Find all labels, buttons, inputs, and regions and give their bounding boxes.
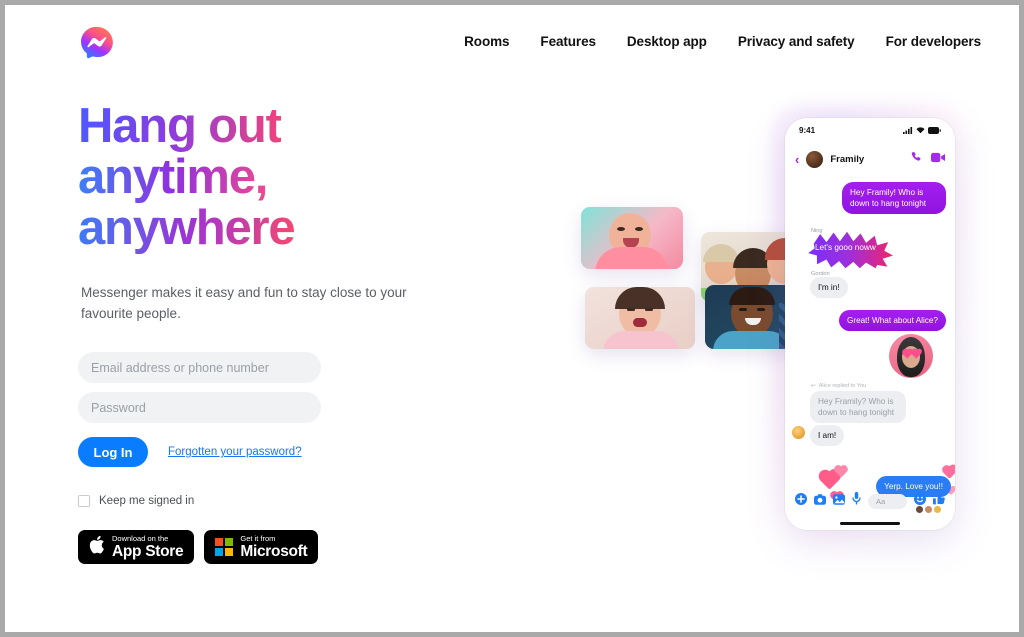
signal-icon: [903, 121, 913, 139]
login-form: Log In Forgotten your password? Keep me …: [78, 352, 508, 507]
hero-left-column: Hang out anytime, anywhere Messenger mak…: [78, 101, 508, 564]
microsoft-icon: [215, 538, 234, 556]
page-title: Hang out anytime, anywhere: [78, 101, 508, 254]
battery-icon: [928, 121, 941, 139]
app-store-badge-small: Download on the: [112, 533, 169, 543]
app-store-badge[interactable]: Download on the App Store: [78, 530, 195, 564]
video-call-icon[interactable]: [931, 150, 945, 168]
login-actions: Log In Forgotten your password?: [78, 437, 508, 467]
microsoft-badge-small: Get it from: [240, 533, 276, 543]
forgot-password-link[interactable]: Forgotten your password?: [168, 446, 302, 458]
message-input-placeholder: Aa: [876, 496, 886, 506]
headline-line-2: anytime,: [78, 150, 268, 204]
headline-line-1: Hang out: [78, 99, 282, 153]
hero-subtitle: Messenger makes it easy and fun to stay …: [81, 285, 407, 321]
photo-message: [889, 334, 933, 378]
gallery-icon[interactable]: [833, 492, 845, 510]
site-header: Rooms Features Desktop app Privacy and s…: [5, 5, 1019, 83]
reply-meta-text: Alice replied to You: [818, 383, 867, 389]
video-tile-person-2: [585, 287, 695, 349]
phone-status-bar: 9:41: [785, 118, 955, 142]
phone-mockup: 9:41 ‹ Framily Hey Framily! Who is down …: [785, 118, 955, 530]
keep-signed-in-checkbox[interactable]: [78, 495, 90, 507]
home-indicator: [840, 522, 900, 525]
back-chevron-icon[interactable]: ‹: [795, 153, 799, 166]
chat-header: ‹ Framily: [785, 142, 955, 176]
avatar[interactable]: [792, 426, 805, 439]
message-thread: Hey Framily! Who is down to hang tonight…: [785, 176, 955, 513]
nav-item-features[interactable]: Features: [540, 34, 596, 49]
status-time: 9:41: [799, 125, 816, 135]
hero-illustration: 9:41 ‹ Framily Hey Framily! Who is down …: [525, 85, 1019, 585]
message-bubble: Great! What about Alice?: [838, 310, 946, 331]
email-field[interactable]: [78, 352, 321, 383]
quoted-message: Hey Framily? Who is down to hang tonight: [810, 391, 906, 423]
app-store-badge-title: App Store: [112, 543, 184, 560]
reply-arrow-icon: ↩: [811, 383, 816, 389]
message-bubble: I'm in!: [810, 277, 848, 298]
nav-item-privacy-and-safety[interactable]: Privacy and safety: [738, 34, 855, 49]
camera-icon[interactable]: [814, 492, 826, 510]
message-bubble: I am!: [810, 425, 845, 446]
keep-signed-in-label: Keep me signed in: [99, 495, 195, 507]
plus-icon[interactable]: [795, 492, 807, 510]
main-navigation: Rooms Features Desktop app Privacy and s…: [464, 34, 981, 49]
burst-message-text: Let's gooo noww: [815, 243, 876, 252]
nav-item-for-developers[interactable]: For developers: [886, 34, 981, 49]
wifi-icon: [916, 121, 925, 139]
message-input[interactable]: Aa: [868, 493, 907, 509]
apple-icon: [89, 535, 105, 559]
nav-item-rooms[interactable]: Rooms: [464, 34, 509, 49]
page-frame: Rooms Features Desktop app Privacy and s…: [5, 5, 1019, 632]
microphone-icon[interactable]: [852, 492, 861, 510]
microsoft-badge-title: Microsoft: [240, 543, 308, 560]
message-bubble: Hey Framily! Who is down to hang tonight: [842, 182, 946, 214]
message-composer: Aa: [785, 486, 955, 516]
thumbs-up-icon[interactable]: [933, 492, 945, 510]
nav-item-desktop-app[interactable]: Desktop app: [627, 34, 707, 49]
emoji-icon[interactable]: [914, 492, 926, 510]
avatar[interactable]: [805, 149, 825, 169]
video-tile-person-1: [581, 207, 683, 269]
reply-meta: ↩ Alice replied to You: [811, 383, 866, 389]
keep-signed-in-row[interactable]: Keep me signed in: [78, 495, 508, 507]
login-button[interactable]: Log In: [78, 437, 148, 467]
messenger-logo-icon[interactable]: [78, 25, 115, 62]
phone-call-icon[interactable]: [910, 150, 922, 168]
store-badges: Download on the App Store Get it from Mi…: [78, 530, 508, 564]
password-field[interactable]: [78, 392, 321, 423]
headline-line-3: anywhere: [78, 201, 296, 255]
microsoft-store-badge[interactable]: Get it from Microsoft: [204, 530, 319, 564]
chat-title: Framily: [830, 153, 865, 165]
